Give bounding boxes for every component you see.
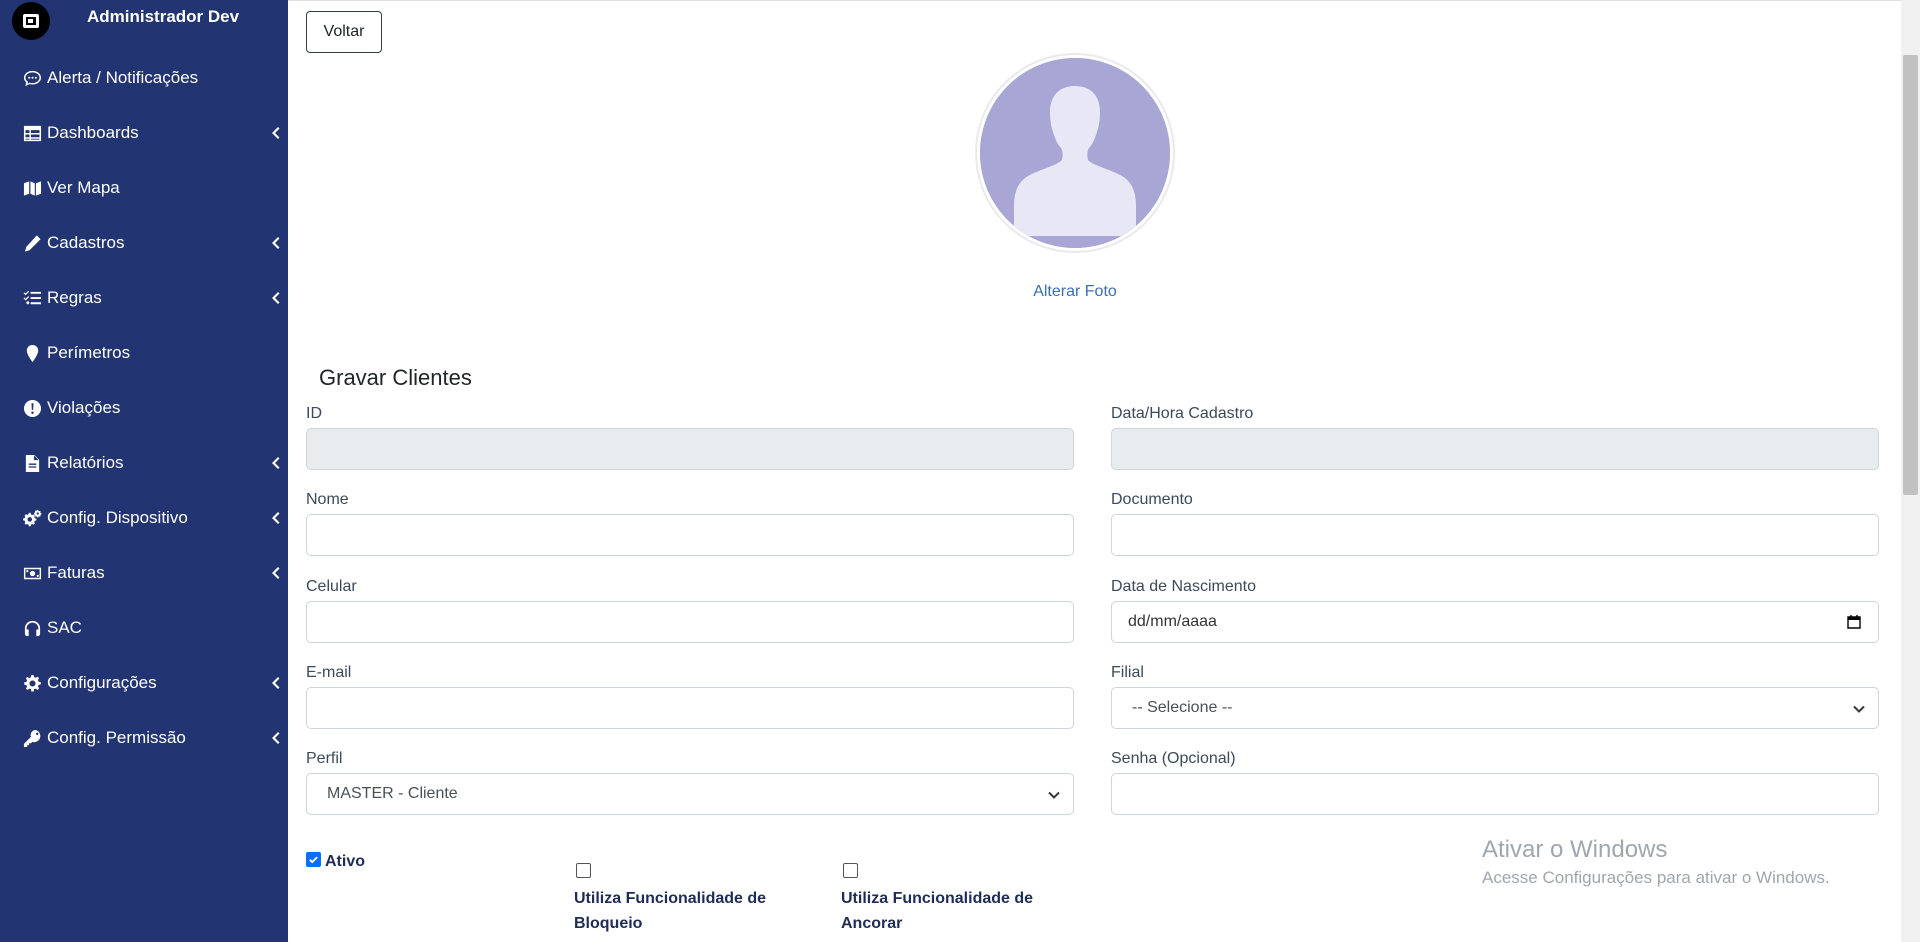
user-silhouette-icon [980,58,1170,248]
sidebar: Administrador Dev Alerta / Notificações … [0,0,288,942]
windows-activation-watermark: Ativar o Windows Acesse Configurações pa… [1482,836,1830,888]
map-marker-icon [22,343,42,363]
cog-icon [22,673,42,693]
money-bill-icon [22,563,42,583]
form-title: Gravar Clientes [319,365,472,390]
created-at-label: Data/Hora Cadastro [1111,405,1254,422]
sidebar-item-cadastros[interactable]: Cadastros [0,220,288,266]
sidebar-item-device-config[interactable]: Config. Dispositivo [0,495,288,541]
sidebar-item-settings[interactable]: Configurações [0,660,288,706]
key-icon [22,728,42,748]
password-field[interactable] [1111,773,1879,815]
sidebar-item-map[interactable]: Ver Mapa [0,165,288,211]
chevron-down-icon [1047,788,1061,802]
user-header[interactable]: Administrador Dev [0,0,288,40]
sidebar-item-rules[interactable]: Regras [0,275,288,321]
mobile-field[interactable] [306,601,1074,643]
email-field[interactable] [306,687,1074,729]
sidebar-item-label: Cadastros [47,233,125,252]
active-checkbox[interactable] [306,852,321,867]
sidebar-item-label: Faturas [47,563,105,582]
created-at-field [1111,428,1879,470]
sidebar-item-permissions[interactable]: Config. Permissão [0,715,288,761]
sidebar-item-label: Configurações [47,673,157,692]
lock-feature-label: Utiliza Funcionalidade de Bloqueio [574,890,767,932]
active-label: Ativo [325,853,365,870]
pencil-icon [22,233,42,253]
sidebar-item-violations[interactable]: Violações [0,385,288,431]
main-content: Voltar Alterar Foto Gravar Clientes ID D… [288,0,1901,942]
table-icon [22,123,42,143]
sidebar-item-label: Config. Dispositivo [47,508,188,527]
scrollbar-thumb[interactable] [1903,55,1918,495]
id-field [306,428,1074,470]
name-field[interactable] [306,514,1074,556]
chevron-left-icon [270,731,280,745]
sidebar-item-label: Relatórios [47,453,124,472]
document-field[interactable] [1111,514,1879,556]
chevron-left-icon [270,456,280,470]
sidebar-item-sac[interactable]: SAC [0,605,288,651]
chevron-left-icon [270,126,280,140]
anchor-feature-label: Utiliza Funcionalidade de Ancorar [841,890,1034,932]
id-label: ID [306,405,322,422]
user-name: Administrador Dev [87,7,240,26]
change-photo-link[interactable]: Alterar Foto [288,283,1862,301]
sidebar-item-label: Alerta / Notificações [47,68,199,87]
birth-date-placeholder: dd/mm/aaaa [1128,613,1217,630]
check-icon [309,856,318,864]
birth-date-field[interactable]: dd/mm/aaaa [1111,601,1879,643]
avatar[interactable] [12,2,50,40]
chevron-left-icon [270,566,280,580]
calendar-icon[interactable] [1846,614,1862,630]
sidebar-item-dashboards[interactable]: Dashboards [0,110,288,156]
headphones-icon [22,618,42,638]
branch-selected-value: -- Selecione -- [1132,699,1233,716]
sidebar-item-label: SAC [47,618,82,637]
profile-select[interactable]: MASTER - Cliente [306,773,1074,815]
sidebar-item-label: Violações [47,398,121,417]
branch-label: Filial [1111,664,1144,681]
chevron-left-icon [270,236,280,250]
birth-date-label: Data de Nascimento [1111,578,1256,595]
chevron-left-icon [270,511,280,525]
profile-photo [975,53,1175,253]
lock-feature-checkbox[interactable] [576,863,591,878]
back-button[interactable]: Voltar [306,11,382,53]
sidebar-item-invoices[interactable]: Faturas [0,550,288,596]
list-check-icon [22,288,42,308]
chevron-left-icon [270,291,280,305]
chevron-down-icon [1852,702,1866,716]
sidebar-item-reports[interactable]: Relatórios [0,440,288,486]
map-icon [22,178,42,198]
document-label: Documento [1111,491,1193,508]
branch-select[interactable]: -- Selecione -- [1111,687,1879,729]
sidebar-item-alerts[interactable]: Alerta / Notificações [0,55,288,101]
chevron-left-icon [270,676,280,690]
sidebar-item-label: Ver Mapa [47,178,120,197]
sidebar-item-label: Regras [47,288,102,307]
watermark-title: Ativar o Windows [1482,836,1668,863]
sidebar-item-label: Perímetros [47,343,131,362]
comment-dots-icon [22,68,42,88]
mobile-label: Celular [306,578,357,595]
anchor-feature-checkbox[interactable] [843,863,858,878]
sidebar-item-label: Dashboards [47,123,139,142]
sidebar-item-label: Config. Permissão [47,728,186,747]
name-label: Nome [306,491,349,508]
file-icon [22,453,42,473]
watermark-subtitle: Acesse Configurações para ativar o Windo… [1482,868,1830,887]
password-label: Senha (Opcional) [1111,750,1236,767]
scrollbar[interactable] [1901,0,1920,942]
email-label: E-mail [306,664,352,681]
profile-label: Perfil [306,750,343,767]
profile-selected-value: MASTER - Cliente [327,785,458,802]
sidebar-item-perimeters[interactable]: Perímetros [0,330,288,376]
cogs-icon [22,508,42,528]
exclamation-circle-icon [22,398,42,418]
